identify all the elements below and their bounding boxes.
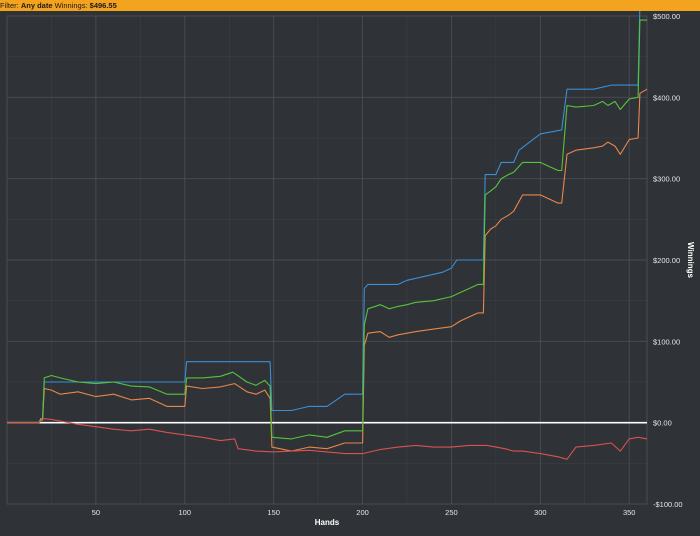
y-tick-label: $0.00 xyxy=(653,419,672,428)
y-axis-ticks: $500.00 $400.00 $300.00 $200.00 $100.00 $0.00… xyxy=(653,12,683,509)
filter-winnings-label: Winnings: xyxy=(54,1,88,10)
series-line-1 xyxy=(7,11,641,424)
y-tick-label: $100.00 xyxy=(653,337,680,346)
x-tick-label: 150 xyxy=(267,508,280,517)
x-tick-label: 50 xyxy=(92,508,100,517)
chart-series-group xyxy=(7,11,648,460)
x-axis-ticks: 50 100 150 200 250 300 350 xyxy=(92,508,636,517)
filter-bar[interactable]: Filter: Any date Winnings: $496.55 xyxy=(0,0,700,11)
filter-date-value[interactable]: Any date xyxy=(21,0,53,11)
y-tick-label: $500.00 xyxy=(653,12,680,21)
chart-grid xyxy=(6,15,648,505)
filter-prefix: Filter: xyxy=(0,1,19,10)
y-tick-label: -$100.00 xyxy=(653,500,683,509)
winnings-chart-area: 50 100 150 200 250 300 350 $500.00 $400.00 $300.… xyxy=(0,11,700,536)
series-line-2 xyxy=(7,88,648,452)
x-tick-label: 250 xyxy=(445,508,458,517)
series-line-4 xyxy=(7,418,648,460)
series-line-3 xyxy=(7,19,647,440)
filter-winnings-value: $496.55 xyxy=(89,1,117,10)
y-tick-label: $300.00 xyxy=(653,175,680,184)
x-tick-label: 200 xyxy=(356,508,369,517)
x-tick-label: 350 xyxy=(623,508,636,517)
y-tick-label: $400.00 xyxy=(653,93,680,102)
x-tick-label: 300 xyxy=(534,508,547,517)
x-tick-label: 100 xyxy=(179,508,192,517)
x-axis-label: Hands xyxy=(315,518,340,527)
y-tick-label: $200.00 xyxy=(653,256,680,265)
winnings-chart: 50 100 150 200 250 300 350 $500.00 $400.00 $300.… xyxy=(6,11,695,527)
y-axis-label: Winnings xyxy=(686,242,695,278)
